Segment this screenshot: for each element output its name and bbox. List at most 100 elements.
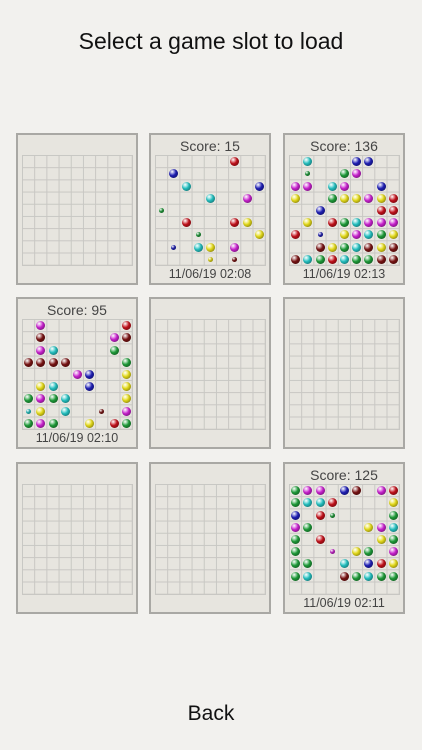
- ball: [364, 218, 374, 228]
- ball: [109, 345, 119, 355]
- ball: [121, 357, 131, 367]
- ball: [388, 510, 398, 520]
- ball: [376, 534, 386, 544]
- ball: [317, 232, 323, 238]
- ball: [36, 406, 46, 416]
- ball: [388, 254, 398, 264]
- ball: [291, 193, 301, 203]
- ball: [315, 242, 325, 252]
- ball: [364, 230, 374, 240]
- ball: [388, 193, 398, 203]
- ball: [339, 254, 349, 264]
- ball: [121, 333, 131, 343]
- ball: [339, 486, 349, 496]
- ball: [352, 169, 362, 179]
- slot-board-preview: [289, 155, 400, 266]
- ball: [193, 242, 203, 252]
- ball: [339, 218, 349, 228]
- game-slot-1[interactable]: [16, 133, 138, 285]
- ball: [291, 571, 301, 581]
- ball: [242, 218, 252, 228]
- ball: [388, 559, 398, 569]
- slot-score: Score: 15: [180, 138, 240, 154]
- game-slot-2[interactable]: Score: 15 11/06/19 02:08: [149, 133, 271, 285]
- ball: [291, 522, 301, 532]
- ball: [60, 357, 70, 367]
- ball: [352, 230, 362, 240]
- ball: [376, 205, 386, 215]
- ball: [26, 408, 32, 414]
- ball: [207, 256, 213, 262]
- slot-board-preview: [155, 484, 266, 595]
- ball: [195, 232, 201, 238]
- ball: [376, 218, 386, 228]
- ball: [36, 345, 46, 355]
- ball: [327, 254, 337, 264]
- game-slot-7[interactable]: [16, 462, 138, 614]
- ball: [36, 382, 46, 392]
- ball: [388, 486, 398, 496]
- ball: [60, 394, 70, 404]
- ball: [291, 181, 301, 191]
- ball: [388, 498, 398, 508]
- ball: [121, 382, 131, 392]
- slot-date: 11/06/19 02:10: [35, 431, 119, 445]
- ball: [327, 218, 337, 228]
- ball: [329, 549, 335, 555]
- ball: [242, 193, 252, 203]
- game-slot-8[interactable]: [149, 462, 271, 614]
- ball: [315, 498, 325, 508]
- ball: [376, 522, 386, 532]
- ball: [99, 408, 105, 414]
- ball: [121, 418, 131, 428]
- ball: [364, 522, 374, 532]
- ball: [339, 169, 349, 179]
- ball: [85, 369, 95, 379]
- game-slot-4[interactable]: Score: 95 11/06/19 02:10: [16, 297, 138, 449]
- ball: [303, 522, 313, 532]
- ball: [364, 254, 374, 264]
- ball: [291, 486, 301, 496]
- ball: [352, 547, 362, 557]
- ball: [109, 418, 119, 428]
- ball: [109, 333, 119, 343]
- ball: [388, 522, 398, 532]
- ball: [121, 394, 131, 404]
- ball: [352, 571, 362, 581]
- game-slot-9[interactable]: Score: 125 11/06/19 02:11: [283, 462, 405, 614]
- ball: [339, 181, 349, 191]
- ball: [364, 571, 374, 581]
- ball: [327, 181, 337, 191]
- ball: [121, 321, 131, 331]
- ball: [303, 559, 313, 569]
- ball: [364, 559, 374, 569]
- ball: [315, 534, 325, 544]
- ball: [48, 357, 58, 367]
- ball: [36, 357, 46, 367]
- ball: [305, 171, 311, 177]
- ball: [339, 242, 349, 252]
- game-slot-6[interactable]: [283, 297, 405, 449]
- game-slot-3[interactable]: Score: 136 11/06/19 02:13: [283, 133, 405, 285]
- ball: [171, 244, 177, 250]
- ball: [339, 230, 349, 240]
- ball: [121, 406, 131, 416]
- slot-score: Score: 95: [47, 302, 107, 318]
- ball: [181, 181, 191, 191]
- ball: [303, 571, 313, 581]
- ball: [315, 254, 325, 264]
- ball: [388, 230, 398, 240]
- ball: [376, 181, 386, 191]
- ball: [376, 486, 386, 496]
- ball: [339, 559, 349, 569]
- ball: [364, 193, 374, 203]
- ball: [364, 242, 374, 252]
- back-button[interactable]: Back: [161, 696, 261, 732]
- ball: [230, 157, 240, 167]
- ball: [205, 193, 215, 203]
- game-slot-5[interactable]: [149, 297, 271, 449]
- ball: [291, 230, 301, 240]
- ball: [36, 321, 46, 331]
- ball: [327, 193, 337, 203]
- slot-grid: Score: 15 11/06/19 02:08 Score: 136 11/06/1…: [0, 0, 422, 750]
